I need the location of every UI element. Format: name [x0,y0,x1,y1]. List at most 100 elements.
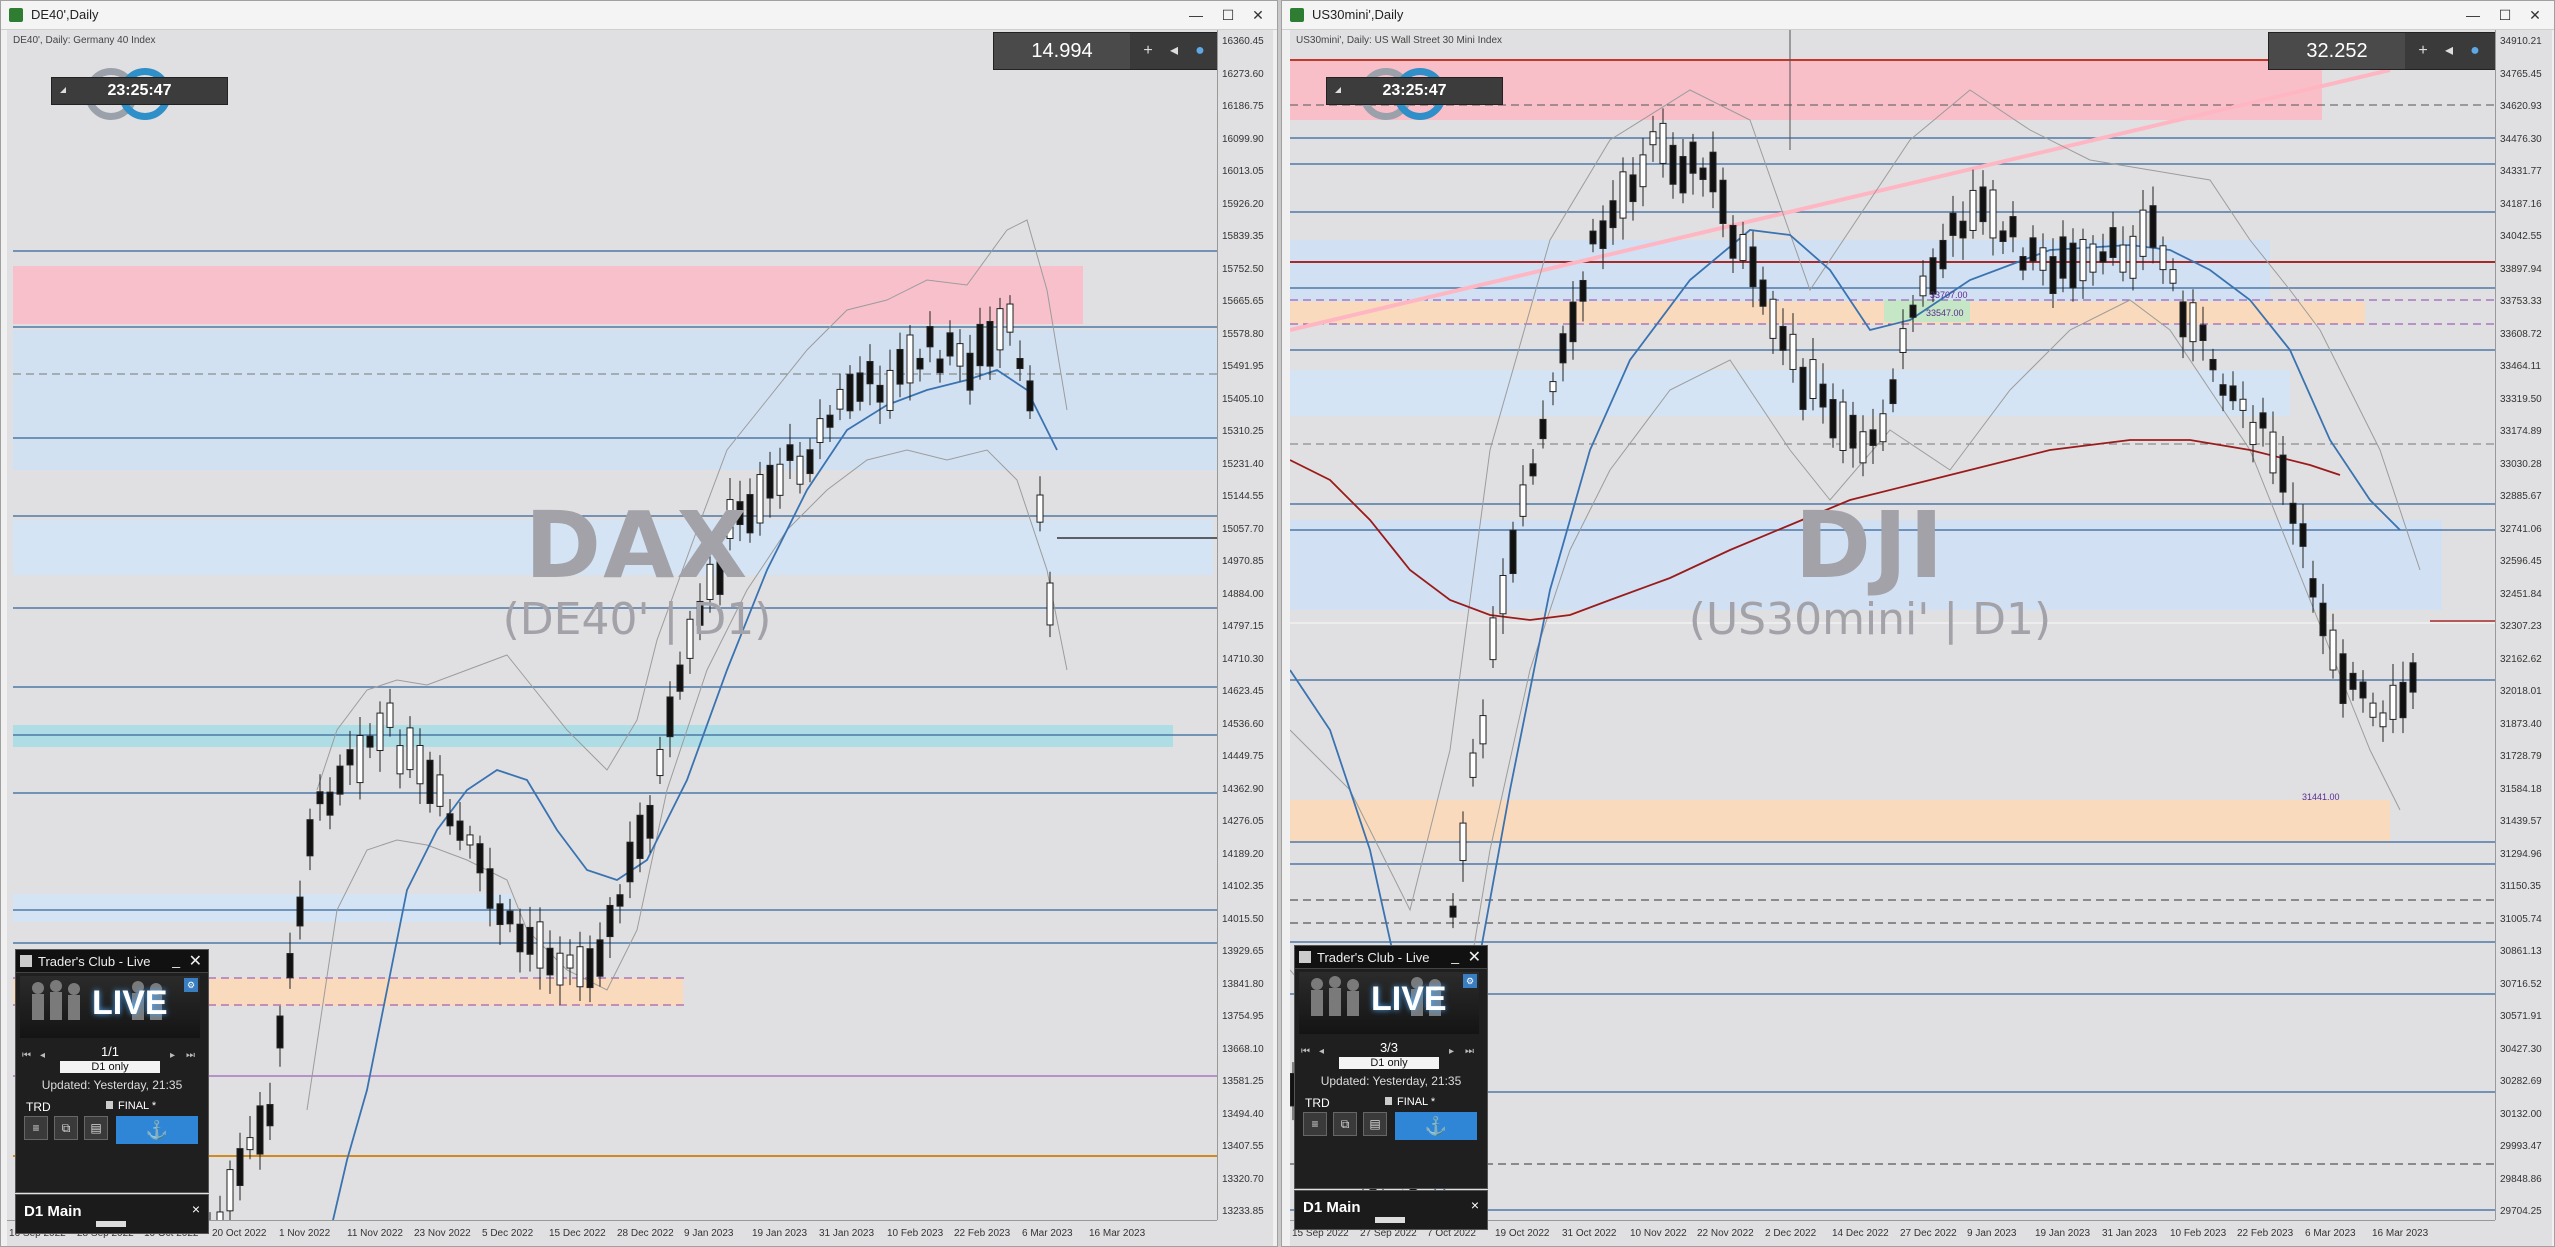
last-page-button[interactable]: ⏭ [1465,1046,1474,1057]
live-banner[interactable]: LIVE ⚙ [1299,972,1479,1034]
candle-body [1889,379,1897,405]
candle-body [476,843,484,874]
d1-main-panel[interactable]: D1 Main × [15,1194,209,1234]
candle-body [406,727,414,771]
anchor-icon[interactable]: ⚓ [1395,1112,1477,1140]
plus-button[interactable]: + [1136,39,1160,63]
d1-close-button[interactable]: × [192,1201,200,1217]
list-icon[interactable]: ≡ [24,1116,48,1140]
minimize-button[interactable]: — [2460,5,2486,25]
toolbar: TRD FINAL * ≡ ⧉ ▤ ⚓ [1299,1094,1481,1140]
d1-main-panel[interactable]: D1 Main × [1294,1190,1488,1230]
anchor-icon[interactable]: ⚓ [116,1116,198,1144]
restore-button[interactable]: ☐ [2492,5,2518,25]
panel-close-button[interactable]: ✕ [1468,947,1481,967]
price-label: 16013.05 [1222,166,1264,177]
prev-page-button[interactable]: ◂ [1319,1046,1324,1057]
d1-tab-handle[interactable] [96,1221,126,1227]
price-axis[interactable]: 34910.21 34765.45 34620.93 34476.30 34331.77… [2495,30,2552,1220]
candle-body [466,834,474,846]
price-label: 30861.13 [2500,946,2542,957]
candle-body [276,1015,284,1049]
first-page-button[interactable]: ⏮ [1301,1046,1310,1057]
price-label: 14102.35 [1222,881,1264,892]
price-label: 13841.80 [1222,979,1264,990]
final-label: FINAL * [118,1100,157,1112]
candle-body [1929,257,1937,295]
candle-body [2279,454,2287,493]
price-chart[interactable]: 33707.00 33547.00 31441.00 US30mini', Da… [1290,30,2552,1246]
price-axis[interactable]: 16360.45 16273.60 16186.75 16099.90 16013.05… [1217,30,1273,1220]
candle-body [986,320,994,367]
candle-body [2129,235,2137,279]
candle-body [486,868,494,909]
candle-body [2079,238,2087,282]
d1-close-button[interactable]: × [1471,1197,1479,1213]
date-label: 6 Mar 2023 [1022,1228,1073,1239]
candle-body [816,418,824,443]
price-label: 31728.79 [2500,751,2542,762]
minimize-button[interactable]: — [1183,5,1209,25]
candle-body [2319,602,2327,637]
price-label: 34910.21 [2500,36,2542,47]
candle-body [246,1137,254,1151]
panel-minimize-button[interactable]: _ [1451,948,1459,964]
toolbar: TRD FINAL * ≡ ⧉ ▤ ⚓ [20,1098,202,1144]
prev-page-button[interactable]: ◂ [40,1050,45,1061]
price-chart[interactable]: DE40', Daily: Germany 40 Index DAX (DE40… [7,30,1273,1246]
price-label: 33608.72 [2500,329,2542,340]
candle-body [1949,212,1957,236]
price-display[interactable]: 14.994 + ◂ ● [993,32,1221,70]
candle-body [1739,233,1747,262]
candle-body [846,373,854,412]
candle-body [1006,303,1014,333]
symbol-info: US30mini', Daily: US Wall Street 30 Mini… [1296,35,1503,46]
traders-club-panel[interactable]: Trader's Club - Live _ ✕ LIVE ⚙ ⏮ ◂ 3/3 … [1294,945,1488,1189]
candle-body [1779,325,1787,351]
demand-zone [1290,800,2390,842]
restore-button[interactable]: ☐ [1215,5,1241,25]
live-banner[interactable]: LIVE ⚙ [20,976,200,1038]
candle-body [456,820,464,841]
gear-icon[interactable]: ⚙ [184,978,198,992]
first-page-button[interactable]: ⏮ [22,1050,31,1061]
panel-minimize-button[interactable]: _ [172,952,180,968]
globe-icon[interactable]: ● [1188,39,1212,63]
last-page-button[interactable]: ⏭ [186,1050,195,1061]
close-button[interactable]: ✕ [1245,5,1271,25]
candle-body [2379,712,2387,728]
price-label: 14536.60 [1222,719,1264,730]
d1-tab-handle[interactable] [1375,1217,1405,1223]
candle-body [2359,681,2367,699]
window-titlebar[interactable]: DE40',Daily — ☐ ✕ [1,1,1277,30]
globe-icon[interactable]: ● [2463,39,2487,63]
candle-body [1489,617,1497,661]
chart-window-de40[interactable]: DE40',Daily — ☐ ✕ DE40', Daily: Germany … [0,0,1278,1247]
arrow-left-icon[interactable]: ◂ [1162,39,1186,63]
windows-icon[interactable]: ⧉ [1333,1112,1357,1136]
list-icon[interactable]: ≡ [1303,1112,1327,1136]
document-icon[interactable]: ▤ [1363,1112,1387,1136]
price-display[interactable]: 32.252 + ◂ ● [2268,32,2496,70]
price-label: 34187.16 [2500,199,2542,210]
supply-zone-2 [1290,370,2290,416]
next-page-button[interactable]: ▸ [170,1050,175,1061]
gear-icon[interactable]: ⚙ [1463,974,1477,988]
next-page-button[interactable]: ▸ [1449,1046,1454,1057]
candle-body [2169,269,2177,284]
windows-icon[interactable]: ⧉ [54,1116,78,1140]
chart-window-us30[interactable]: US30mini',Daily — ☐ ✕ 33707.00 33547.00 … [1281,0,2555,1247]
arrow-left-icon[interactable]: ◂ [2437,39,2461,63]
price-label: 15665.65 [1222,296,1264,307]
plus-button[interactable]: + [2411,39,2435,63]
close-button[interactable]: ✕ [2522,5,2548,25]
candle-body [736,501,744,525]
panel-icon [1299,951,1311,963]
window-titlebar[interactable]: US30mini',Daily — ☐ ✕ [1282,1,2554,30]
price-label: 33319.50 [2500,394,2542,405]
traders-club-panel[interactable]: Trader's Club - Live _ ✕ LIVE ⚙ ⏮ ◂ 1/1 … [15,949,209,1193]
document-icon[interactable]: ▤ [84,1116,108,1140]
panel-close-button[interactable]: ✕ [189,951,202,971]
candle-body [1939,239,1947,270]
candle-body [2309,578,2317,598]
